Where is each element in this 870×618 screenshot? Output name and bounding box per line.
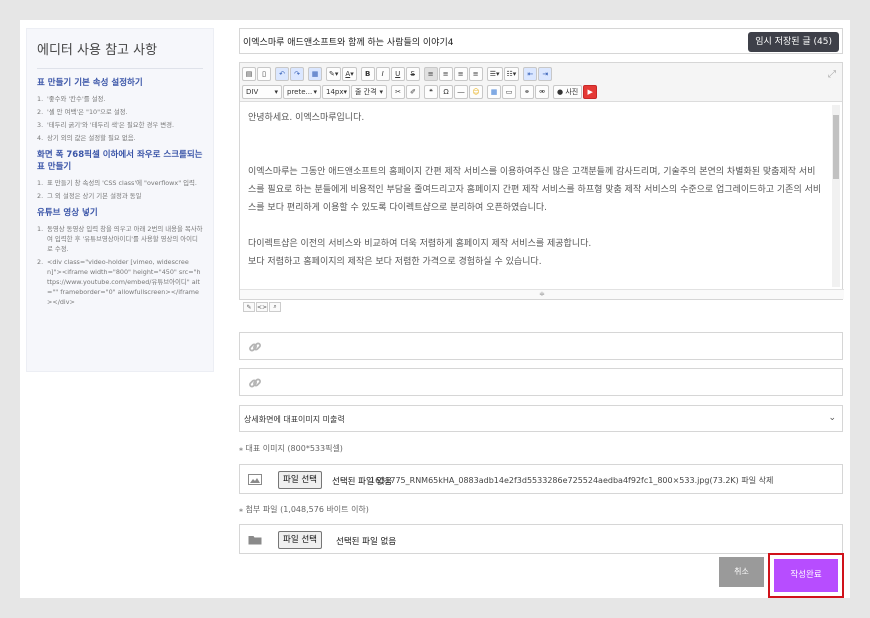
table-icon[interactable]: ▦ [487,85,501,99]
font-size-select[interactable]: 14px ▾ [322,85,350,99]
strike-button[interactable]: S [405,67,420,81]
bold-button[interactable]: B [360,67,375,81]
preview-mode-icon[interactable]: ⌕ [269,302,281,312]
sidebar-heading-scroll-table: 화면 폭 768픽셀 이하에서 좌우로 스크롤되는 표 만들기 [37,150,203,172]
paragraph: 이엑스마루는 그동안 애드앤소프트의 홈페이지 간편 제작 서비스를 이용하여주… [248,167,822,213]
emoticon-icon[interactable]: ☺ [469,85,483,99]
cancel-button[interactable]: 취소 [719,557,764,587]
list-item: 1. '좋수와 '칸수'를 설정. [37,95,106,103]
editor-mode-tabs: ✎ <> ⌕ [243,302,282,312]
undo-icon[interactable]: ↶ [275,67,289,81]
indent-icon[interactable]: ⇥ [538,67,553,81]
list-item: 3. '테두리 굵기'와 '테두리 색'은 필요한 경우 변경. [37,121,175,129]
redo-icon[interactable]: ↷ [290,67,304,81]
unlink-icon[interactable]: ⚮ [535,85,549,99]
select-all-icon[interactable]: ▦ [308,67,322,81]
image-edit-icon[interactable]: ▭ [502,85,516,99]
subject-input[interactable]: 이엑스마루 애드앤소프트와 함께 하는 사람들의 이야기4 [243,35,453,48]
sidebar-list-youtube: 1. 동영상 동영상 입력 창을 띄우고 아래 2번의 내용을 복사하여 입력한 … [37,224,203,307]
paragraph: 다이렉트샵은 이전의 서비스와 비교하여 더욱 저렴하게 홈페이지 제작 서비스… [248,239,592,249]
photo-button[interactable]: ● 사진 [553,85,583,99]
image-display-select[interactable]: 상세화면에 대표이미지 미출력 ⌄ [239,405,843,432]
submit-highlight: 작성완료 [768,553,844,598]
page-frame: 에디터 사용 참고 사항 표 만들기 기본 속성 설정하기 1. '좋수와 '칸수… [20,20,850,598]
sidebar-heading-youtube: 유튜브 영상 넣기 [37,208,98,218]
quote-button[interactable]: ❝ [424,85,438,99]
html-mode-icon[interactable]: <> [256,302,268,312]
clear-format-icon[interactable]: ✐ [406,85,420,99]
link-field-1[interactable] [239,332,843,360]
scroll-thumb[interactable] [833,115,839,179]
folder-icon [248,536,262,545]
link-field-2[interactable] [239,368,843,396]
link-icon[interactable]: ⚭ [520,85,534,99]
attach-file-choose-button[interactable]: 파일 선택 [278,531,322,549]
camera-icon: ● [557,88,564,96]
editor-mode-pencil-icon[interactable]: ✎ [243,302,255,312]
outdent-icon[interactable]: ⇤ [523,67,538,81]
temp-saved-button[interactable]: 임시 저장된 글 (45) [748,32,839,52]
format-select[interactable]: DIV ▾ [242,85,282,99]
italic-button[interactable]: I [375,67,390,81]
align-justify-icon[interactable]: ≡ [468,67,483,81]
link-icon [249,378,261,388]
list-item: 4. 상기 외의 값은 설정할 필요 없음. [37,134,136,142]
image-label: ⁎ 대표 이미지 (800*533픽셀) [239,444,343,453]
line-height-select[interactable]: 줄 간격 ▾ [351,85,387,99]
editor-resize-handle[interactable]: ≑ [240,289,844,299]
list-item: 2. <div class="video-holder [vimeo, wides… [37,258,201,306]
sidebar-list-scroll-table: 1. 표 만들기 창 속성의 'CSS class'에 "overflowx" 입… [37,178,203,201]
align-center-icon[interactable]: ≡ [438,67,453,81]
select-value: 상세화면에 대표이미지 미출력 [244,415,345,424]
format-painter-icon[interactable]: ✂ [391,85,405,99]
attach-file-status: 선택된 파일 없음 [336,537,397,547]
sidebar-heading-table: 표 만들기 기본 속성 설정하기 [37,78,143,88]
ordered-list-icon[interactable]: ☰▾ [486,67,503,81]
underline-button[interactable]: U [390,67,405,81]
special-char-button[interactable]: Ω [439,85,453,99]
font-family-select[interactable]: prete... ▾ [283,85,321,99]
editor-scrollbar[interactable] [832,105,840,287]
editor-toolbar: ▤ ▯ ↶ ↷ ▦ ✎▾ A ▾ B I U S ≡ ≡ ≡ ≡ ☰▾ ☷▾ ⇤… [240,63,842,102]
subject-field[interactable]: 이엑스마루 애드앤소프트와 함께 하는 사람들의 이야기4 임시 저장된 글 (… [239,28,843,54]
unordered-list-icon[interactable]: ☷▾ [503,67,520,81]
align-left-icon[interactable]: ≡ [423,67,438,81]
sidebar-list-table: 1. '좋수와 '칸수'를 설정. 2. '셀 안 여백'은 "10"으로 설정. … [37,94,203,143]
horizontal-rule-icon[interactable]: ― [454,85,468,99]
paragraph: 보다 저렴하고 홈페이지의 제작은 보다 저렴한 가격으로 경험하실 수 있습니… [248,257,542,267]
image-file-choose-button[interactable]: 파일 선택 [278,471,322,489]
link-icon [249,342,261,352]
editor-content[interactable]: 안녕하세요. 이엑스마루입니다. 이엑스마루는 그동안 애드앤소프트의 홈페이지… [240,103,830,291]
align-right-icon[interactable]: ≡ [453,67,468,81]
editor-help-sidebar: 에디터 사용 참고 사항 표 만들기 기본 속성 설정하기 1. '좋수와 '칸수… [26,28,214,372]
sidebar-title: 에디터 사용 참고 사항 [37,39,203,69]
chevron-down-icon: ⌄ [828,413,836,423]
new-doc-icon[interactable]: ▯ [257,67,271,81]
paragraph: 안녕하세요. 이엑스마루입니다. [248,113,365,123]
paragraph [248,217,822,235]
image-file-name[interactable]: 1631775_RNM65kHA_0883adb14e2f3d5533286e7… [370,475,842,486]
submit-button[interactable]: 작성완료 [774,559,838,592]
fullscreen-icon[interactable]: ⤢ [828,69,836,80]
rich-text-editor: ▤ ▯ ↶ ↷ ▦ ✎▾ A ▾ B I U S ≡ ≡ ≡ ≡ ☰▾ ☷▾ ⇤… [239,62,844,300]
youtube-icon[interactable]: ▶ [583,85,598,99]
highlight-color-icon[interactable]: ✎▾ [326,67,342,81]
list-item: 1. 표 만들기 창 속성의 'CSS class'에 "overflowx" 입… [37,179,197,187]
list-item: 2. '셀 안 여백'은 "10"으로 설정. [37,108,128,116]
paragraph [248,127,822,145]
font-color-icon[interactable]: A ▾ [342,67,357,81]
attach-label: ⁎ 첨부 파일 (1,048,576 바이트 이하) [239,505,369,514]
print-icon[interactable]: ▤ [242,67,256,81]
image-icon [248,474,262,485]
image-file-field: 파일 선택 선택된 파일 없음 1631775_RNM65kHA_0883adb… [239,464,843,494]
list-item: 2. 그 외 설정은 상기 기본 설정과 동일 [37,192,142,200]
attach-file-field: 파일 선택 선택된 파일 없음 [239,524,843,554]
list-item: 1. 동영상 동영상 입력 창을 띄우고 아래 2번의 내용을 복사하여 입력한 … [37,225,203,253]
